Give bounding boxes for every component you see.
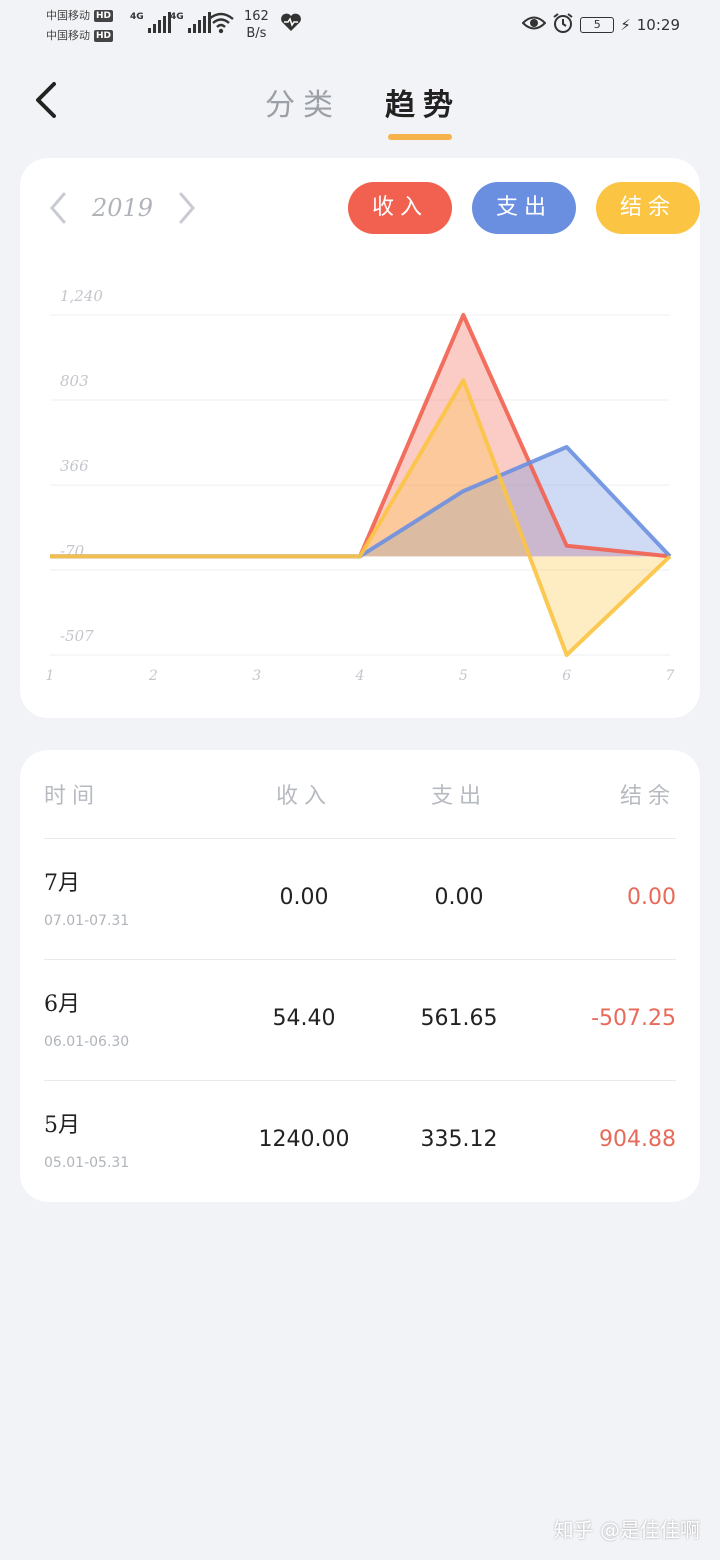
eye-comfort-icon (521, 14, 547, 36)
x-tick-label: 3 (252, 668, 261, 684)
header-income: 收入 (275, 784, 332, 809)
trend-chart-card: 2019 收入 支出 结余 1,240 803 366 -70 -507 1 2 3 4 5 6 7 (20, 158, 700, 718)
row-expense: 561.65 (420, 1006, 498, 1031)
y-tick-label: 1,240 (60, 287, 103, 305)
x-tick-label: 2 (148, 668, 158, 684)
expense-filter-button[interactable]: 支出 (472, 182, 576, 234)
carrier-name: 中国移动 (46, 29, 90, 42)
row-income: 1240.00 (258, 1127, 350, 1152)
x-tick-label: 5 (459, 668, 468, 684)
x-tick-label: 6 (562, 668, 571, 684)
x-tick-label: 1 (46, 668, 55, 684)
next-year-button[interactable] (171, 186, 201, 230)
alarm-icon (552, 12, 574, 38)
y-tick-label: 803 (60, 372, 89, 390)
battery-icon: 5 (580, 17, 615, 33)
row-income: 0.00 (279, 885, 329, 910)
header-time: 时间 (44, 784, 101, 809)
x-tick-label: 7 (666, 668, 675, 684)
watermark: 知乎 @是佳佳啊 (553, 1518, 700, 1542)
table-row[interactable]: 5月 05.01-05.31 1240.00 335.12 904.88 (44, 1081, 676, 1201)
back-button[interactable] (30, 78, 70, 122)
wifi-icon (208, 12, 234, 39)
row-month: 5月 (44, 1113, 80, 1138)
table-header: 时间 收入 支出 结余 (44, 778, 676, 814)
carrier-name: 中国移动 (46, 9, 90, 22)
health-heart-icon (280, 12, 302, 37)
income-filter-button[interactable]: 收入 (348, 182, 452, 234)
row-balance: 904.88 (599, 1127, 676, 1152)
row-expense: 0.00 (434, 885, 484, 910)
year-label: 2019 (92, 194, 154, 222)
row-month: 6月 (44, 992, 80, 1017)
year-navigator: 2019 (44, 186, 201, 230)
table-row[interactable]: 6月 06.01-06.30 54.40 561.65 -507.25 (44, 960, 676, 1080)
tab-category[interactable]: 分类 (265, 80, 341, 124)
row-month: 7月 (44, 871, 80, 896)
expense-area (50, 447, 670, 557)
monthly-summary-table: 时间 收入 支出 结余 7月 07.01-07.31 0.00 0.00 0.0… (20, 750, 700, 1202)
row-date-range: 05.01-05.31 (44, 1155, 130, 1171)
hd-badge: HD (94, 10, 114, 22)
row-date-range: 06.01-06.30 (44, 1034, 130, 1050)
chevron-left-icon (36, 82, 56, 118)
hd-badge: HD (94, 30, 114, 42)
table-row[interactable]: 7月 07.01-07.31 0.00 0.00 0.00 (44, 839, 676, 959)
x-tick-label: 4 (355, 668, 365, 684)
signal-strength-icon: 4G (170, 12, 211, 33)
header-balance: 结余 (619, 784, 676, 809)
row-date-range: 07.01-07.31 (44, 913, 130, 929)
trend-area-chart: 1,240803366-70-5071 2 3 4 5 6 7 (46, 287, 675, 684)
charging-icon: ⚡ (620, 16, 631, 34)
y-tick-label: -507 (60, 627, 94, 645)
tab-trend[interactable]: 趋势 (385, 80, 461, 124)
row-expense: 335.12 (420, 1127, 498, 1152)
row-balance: -507.25 (591, 1006, 676, 1031)
header-expense: 支出 (430, 784, 487, 809)
row-balance: 0.00 (627, 885, 676, 910)
status-right: 5 ⚡ 10:29 (521, 12, 680, 38)
tab-active-indicator (388, 134, 452, 140)
prev-year-button[interactable] (44, 186, 74, 230)
clock: 10:29 (636, 16, 680, 34)
carrier-info: 中国移动 HD 中国移动 HD (46, 6, 114, 46)
row-income: 54.40 (272, 1006, 336, 1031)
y-tick-label: 366 (60, 457, 89, 475)
signal-strength-icon: 4G (130, 12, 171, 33)
status-bar: 中国移动 HD 中国移动 HD 4G 4G 162 B/s 5 ⚡ 10:29 (0, 0, 720, 50)
balance-filter-button[interactable]: 结余 (596, 182, 700, 234)
network-speed: 162 B/s (244, 9, 269, 41)
